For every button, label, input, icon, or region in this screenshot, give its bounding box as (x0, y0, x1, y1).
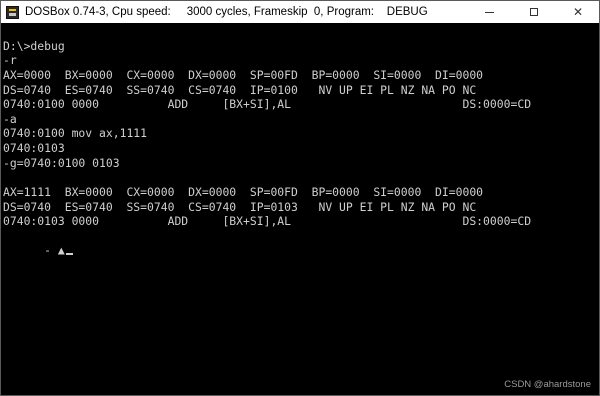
console-prompt: - ▲ (44, 243, 65, 257)
maximize-icon (530, 8, 538, 16)
close-icon: ✕ (572, 5, 584, 19)
title-bar[interactable]: DOSBox 0.74-3, Cpu speed: 3000 cycles, F… (1, 1, 599, 23)
console-line: -r (3, 53, 17, 67)
console-line: 0740:0103 (3, 141, 65, 155)
console-line: AX=0000 BX=0000 CX=0000 DX=0000 SP=00FD … (3, 68, 484, 82)
console-line: -g=0740:0100 0103 (3, 156, 120, 170)
watermark: CSDN @ahardstone (504, 379, 591, 390)
console-line: D:\>debug (3, 39, 65, 53)
dosbox-app-icon (6, 5, 19, 19)
minimize-icon (484, 11, 494, 13)
close-button[interactable]: ✕ (556, 1, 600, 23)
window-title: DOSBox 0.74-3, Cpu speed: 3000 cycles, F… (25, 6, 428, 18)
maximize-button[interactable] (512, 1, 556, 23)
console-line: AX=1111 BX=0000 CX=0000 DX=0000 SP=00FD … (3, 185, 484, 199)
dosbox-window: DOSBox 0.74-3, Cpu speed: 3000 cycles, F… (0, 0, 600, 396)
console-line: 0740:0103 0000 ADD [BX+SI],AL DS:0000=CD (3, 214, 532, 228)
console-prompt-line[interactable]: - ▲ (3, 229, 73, 257)
text-cursor (65, 253, 73, 255)
minimize-button[interactable] (467, 1, 511, 23)
console-line: 0740:0100 mov ax,1111 (3, 126, 148, 140)
dos-console[interactable]: D:\>debug -r AX=0000 BX=0000 CX=0000 DX=… (1, 24, 599, 395)
console-line: DS=0740 ES=0740 SS=0740 CS=0740 IP=0103 … (3, 200, 477, 214)
console-line: 0740:0100 0000 ADD [BX+SI],AL DS:0000=CD (3, 97, 532, 111)
console-line: -a (3, 112, 17, 126)
console-line: DS=0740 ES=0740 SS=0740 CS=0740 IP=0100 … (3, 83, 477, 97)
